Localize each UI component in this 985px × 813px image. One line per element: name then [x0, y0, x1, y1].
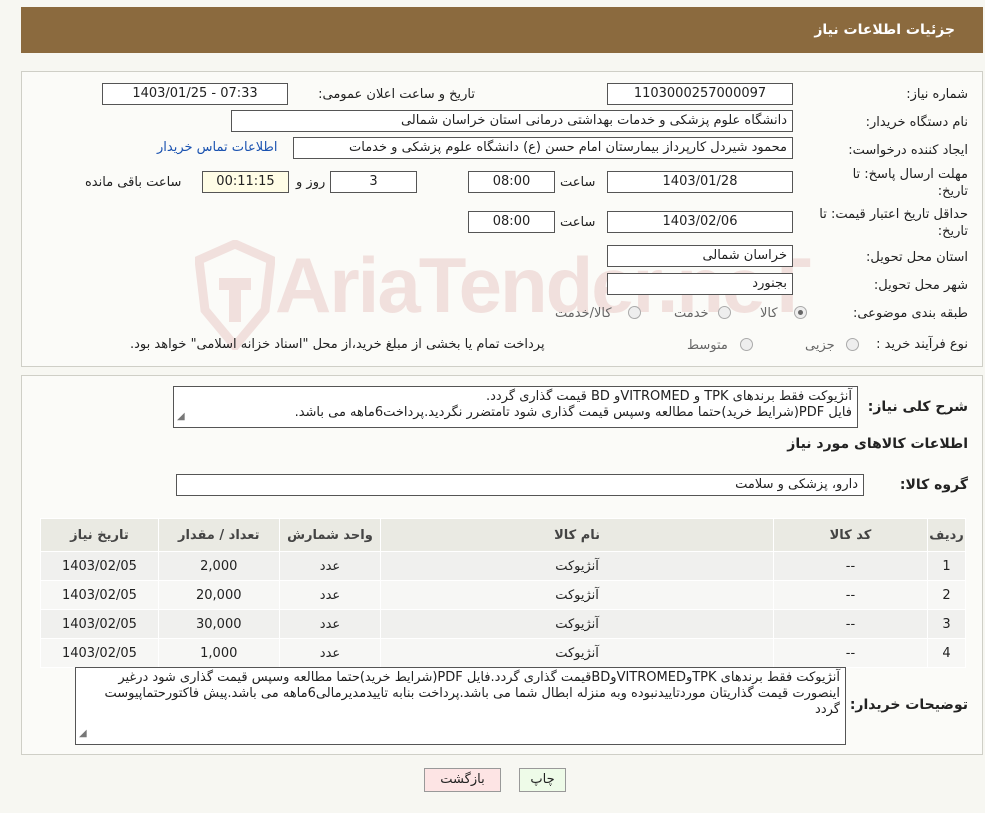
validity-label-line1: حداقل تاریخ اعتبار قیمت: تا — [819, 207, 968, 222]
cell-date: 1403/02/05 — [40, 609, 159, 639]
cell-qty: 2,000 — [157, 551, 280, 581]
validity-label-line2: تاریخ: — [937, 224, 968, 239]
process-medium-label: متوسط — [687, 338, 728, 353]
city-label: شهر محل تحویل: — [873, 278, 968, 293]
creator-label: ایجاد کننده درخواست: — [848, 143, 968, 158]
page-title: جزئيات اطلاعات نياز — [814, 22, 955, 38]
col-name: نام کالا — [380, 518, 774, 552]
table-row: 4 -- آنژیوکت عدد 1,000 1403/02/05 — [40, 638, 966, 668]
remaining-label: ساعت باقی مانده — [85, 175, 182, 190]
description-line1: آنژیوکت فقط برندهای TPK و VITROMEDو BD ق… — [485, 389, 852, 404]
remaining-time-field: 00:11:15 — [202, 171, 289, 193]
cell-date: 1403/02/05 — [40, 638, 159, 668]
validity-label: حداقل تاریخ اعتبار قیمت: تا تاریخ: — [819, 206, 968, 240]
category-goods-service-radio[interactable] — [628, 306, 641, 319]
cell-qty: 1,000 — [157, 638, 280, 668]
cell-row: 1 — [927, 551, 966, 581]
buyer-notes-text: آنژیوکت فقط برندهای TPKوVITROMEDوBDقیمت … — [104, 670, 840, 717]
deadline-label: مهلت ارسال پاسخ: تا تاریخ: — [853, 166, 968, 200]
cell-name: آنژیوکت — [380, 609, 774, 639]
process-minor-radio[interactable] — [846, 338, 859, 351]
cell-code: -- — [772, 638, 929, 668]
cell-code: -- — [772, 580, 929, 610]
need-number-label: شماره نیاز: — [906, 87, 968, 102]
deadline-label-line1: مهلت ارسال پاسخ: تا — [852, 167, 968, 182]
cell-name: آنژیوکت — [380, 580, 774, 610]
cell-date: 1403/02/05 — [40, 580, 159, 610]
deadline-time-label: ساعت — [560, 175, 596, 190]
col-unit: واحد شمارش — [278, 518, 382, 552]
goods-table-header: ردیف کد کالا نام کالا واحد شمارش تعداد /… — [40, 518, 966, 552]
validity-time-field: 08:00 — [468, 211, 555, 233]
page-header: جزئيات اطلاعات نياز — [21, 7, 983, 53]
print-button[interactable]: چاپ — [519, 768, 566, 792]
table-row: 3 -- آنژیوکت عدد 30,000 1403/02/05 — [40, 609, 966, 639]
category-goods-radio[interactable] — [794, 306, 807, 319]
cell-unit: عدد — [278, 551, 382, 581]
cell-unit: عدد — [278, 638, 382, 668]
buyer-notes-textarea: آنژیوکت فقط برندهای TPKوVITROMEDوBDقیمت … — [75, 667, 846, 745]
category-service-label: خدمت — [674, 306, 709, 321]
col-date: تاریخ نیاز — [40, 518, 159, 552]
goods-section-title: اطلاعات کالاهای مورد نیاز — [787, 436, 968, 452]
process-note: پرداخت تمام یا بخشی از مبلغ خرید،از محل … — [130, 337, 545, 352]
cell-unit: عدد — [278, 580, 382, 610]
deadline-label-line2: تاریخ: — [937, 184, 968, 199]
category-service-radio[interactable] — [718, 306, 731, 319]
process-medium-radio[interactable] — [740, 338, 753, 351]
resize-grip-icon[interactable]: ◢ — [79, 726, 87, 742]
creator-field: محمود شیردل کارپرداز بیمارستان امام حسن … — [293, 137, 793, 159]
cell-code: -- — [772, 551, 929, 581]
validity-time-label: ساعت — [560, 215, 596, 230]
resize-grip-icon[interactable]: ◢ — [177, 409, 185, 425]
cell-qty: 20,000 — [157, 580, 280, 610]
cell-row: 3 — [927, 609, 966, 639]
announce-label: تاریخ و ساعت اعلان عمومی: — [318, 87, 475, 102]
deadline-time-field: 08:00 — [468, 171, 555, 193]
days-field: 3 — [330, 171, 417, 193]
col-code: کد کالا — [772, 518, 929, 552]
table-row: 2 -- آنژیوکت عدد 20,000 1403/02/05 — [40, 580, 966, 610]
cell-row: 4 — [927, 638, 966, 668]
cell-qty: 30,000 — [157, 609, 280, 639]
category-label: طبقه بندی موضوعی: — [852, 306, 968, 321]
table-row: 1 -- آنژیوکت عدد 2,000 1403/02/05 — [40, 551, 966, 581]
province-field: خراسان شمالی — [607, 245, 793, 267]
cell-name: آنژیوکت — [380, 551, 774, 581]
buyer-org-field: دانشگاه علوم پزشکی و خدمات بهداشتی درمان… — [231, 110, 793, 132]
category-goods-service-label: کالا/خدمت — [555, 306, 612, 321]
announce-datetime-field: 1403/01/25 - 07:33 — [102, 83, 288, 105]
city-field: بجنورد — [607, 273, 793, 295]
buyer-contact-link[interactable]: اطلاعات تماس خریدار — [157, 140, 277, 155]
days-label: روز و — [296, 175, 326, 190]
process-minor-label: جزیی — [805, 338, 835, 353]
validity-date-field: 1403/02/06 — [607, 211, 793, 233]
description-textarea: آنژیوکت فقط برندهای TPK و VITROMEDو BD ق… — [173, 386, 858, 428]
process-label: نوع فرآیند خرید : — [876, 337, 968, 352]
col-qty: تعداد / مقدار — [157, 518, 280, 552]
description-line2: فایل PDF(شرایط خرید)حتما مطالعه وسپس قیم… — [294, 405, 852, 420]
need-number-field: 1103000257000097 — [607, 83, 793, 105]
cell-date: 1403/02/05 — [40, 551, 159, 581]
buyer-notes-label: توضیحات خریدار: — [849, 697, 968, 713]
description-label: شرح کلی نیاز: — [867, 399, 968, 415]
goods-group-field: دارو، پزشکی و سلامت — [176, 474, 864, 496]
cell-row: 2 — [927, 580, 966, 610]
back-button[interactable]: بازگشت — [424, 768, 501, 792]
goods-group-label: گروه کالا: — [899, 477, 968, 493]
cell-name: آنژیوکت — [380, 638, 774, 668]
deadline-date-field: 1403/01/28 — [607, 171, 793, 193]
goods-table: ردیف کد کالا نام کالا واحد شمارش تعداد /… — [40, 518, 966, 668]
category-goods-label: کالا — [760, 306, 778, 321]
buyer-org-label: نام دستگاه خریدار: — [865, 115, 968, 130]
cell-unit: عدد — [278, 609, 382, 639]
cell-code: -- — [772, 609, 929, 639]
col-row: ردیف — [927, 518, 966, 552]
province-label: استان محل تحویل: — [866, 250, 968, 265]
